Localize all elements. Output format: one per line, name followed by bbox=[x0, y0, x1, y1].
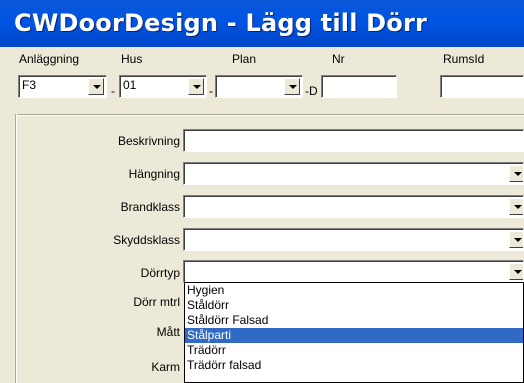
list-item-selected[interactable]: Stålparti bbox=[185, 328, 523, 343]
anlaggning-value: F3 bbox=[22, 78, 37, 92]
separator-dash: - bbox=[111, 84, 115, 98]
anlaggning-label: Anläggning bbox=[19, 52, 80, 66]
separator-dash: - bbox=[209, 84, 213, 98]
beskrivning-input[interactable] bbox=[183, 129, 524, 152]
panel-top-border bbox=[15, 114, 524, 116]
nr-label: Nr bbox=[332, 52, 345, 66]
dorrtyp-select[interactable] bbox=[183, 260, 524, 283]
list-item[interactable]: Trädörr bbox=[185, 343, 523, 358]
list-item[interactable]: Ståldörr Falsad bbox=[185, 313, 523, 328]
plan-label: Plan bbox=[232, 52, 257, 66]
karm-label: Karm bbox=[151, 360, 180, 374]
brandklass-dropdown-arrow-icon[interactable] bbox=[509, 198, 523, 215]
nr-input[interactable] bbox=[321, 75, 397, 98]
list-item[interactable]: Hygien bbox=[185, 283, 523, 298]
hus-dropdown-arrow-icon[interactable] bbox=[188, 78, 204, 95]
rumsid-label: RumsId bbox=[443, 52, 485, 66]
separator-d: -D bbox=[305, 84, 318, 98]
matt-label: Mått bbox=[156, 325, 180, 339]
dorrtyp-label: Dörrtyp bbox=[140, 266, 180, 280]
dorr-mtrl-label: Dörr mtrl bbox=[133, 295, 180, 309]
beskrivning-label: Beskrivning bbox=[117, 134, 180, 148]
brandklass-select[interactable] bbox=[183, 195, 524, 218]
rumsid-input[interactable] bbox=[440, 75, 524, 98]
list-item[interactable]: Ståldörr bbox=[185, 298, 523, 313]
skyddsklass-label: Skyddsklass bbox=[113, 233, 180, 247]
plan-dropdown-arrow-icon[interactable] bbox=[284, 78, 300, 95]
hangning-dropdown-arrow-icon[interactable] bbox=[509, 165, 523, 182]
hus-label: Hus bbox=[121, 52, 143, 66]
skyddsklass-select[interactable] bbox=[183, 228, 524, 251]
title-bar: CWDoorDesign - Lägg till Dörr bbox=[0, 0, 524, 47]
brandklass-label: Brandklass bbox=[120, 200, 180, 214]
skyddsklass-dropdown-arrow-icon[interactable] bbox=[509, 231, 523, 248]
hangning-select[interactable] bbox=[183, 162, 524, 185]
anlaggning-select[interactable]: F3 bbox=[18, 75, 107, 98]
list-item[interactable]: Trädörr falsad bbox=[185, 358, 523, 373]
plan-select[interactable] bbox=[215, 75, 303, 98]
window-title: CWDoorDesign - Lägg till Dörr bbox=[14, 9, 428, 37]
hus-select[interactable]: 01 bbox=[119, 75, 207, 98]
anlaggning-dropdown-arrow-icon[interactable] bbox=[88, 78, 104, 95]
hus-value: 01 bbox=[123, 78, 137, 92]
hangning-label: Hängning bbox=[128, 167, 180, 181]
dorrtyp-dropdown-arrow-icon[interactable] bbox=[509, 263, 523, 280]
panel-left-border bbox=[15, 114, 17, 383]
dorrtyp-dropdown-list[interactable]: Hygien Ståldörr Ståldörr Falsad Stålpart… bbox=[184, 282, 524, 383]
